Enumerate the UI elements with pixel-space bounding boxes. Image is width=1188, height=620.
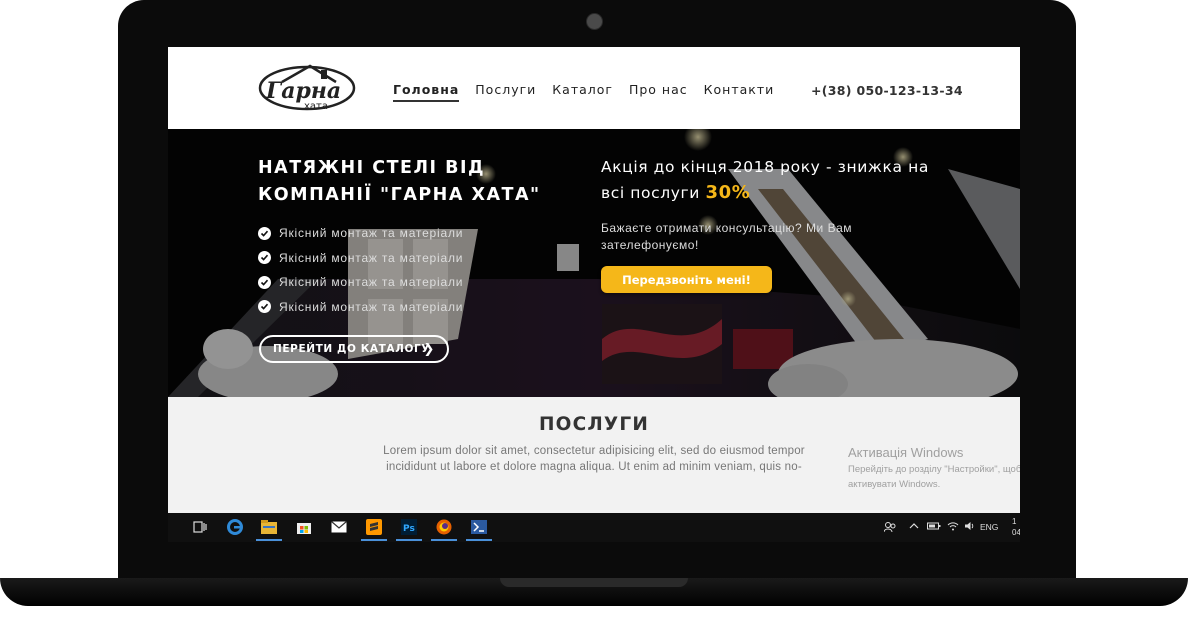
- clock[interactable]: 1 04.1: [1012, 516, 1020, 538]
- mail-icon[interactable]: [329, 517, 349, 537]
- site-logo[interactable]: Гарна хата: [258, 62, 356, 112]
- chevron-up-icon[interactable]: [909, 521, 919, 533]
- catalog-button-label: ПЕРЕЙТИ ДО КАТАЛОГУ: [273, 343, 430, 355]
- nav-home[interactable]: Головна: [393, 82, 460, 102]
- powershell-icon[interactable]: [466, 517, 492, 541]
- nav-contacts[interactable]: Контакти: [704, 82, 775, 102]
- sublime-text-icon[interactable]: [361, 517, 387, 541]
- file-explorer-icon[interactable]: [256, 517, 282, 541]
- services-title: ПОСЛУГИ: [538, 414, 650, 435]
- logo-house-icon: Гарна хата: [258, 64, 356, 112]
- feature-item: Якісний монтаж та матеріали: [258, 295, 463, 320]
- services-description: Lorem ipsum dolor sit amet, consectetur …: [383, 445, 805, 473]
- laptop-base-notch: [500, 578, 688, 587]
- promo-message: Акція до кінця 2018 року - знижка на всі…: [601, 158, 929, 202]
- check-icon: [258, 275, 271, 289]
- webcam: [586, 13, 603, 30]
- people-icon[interactable]: [883, 521, 896, 535]
- check-icon: [258, 226, 271, 240]
- main-nav: Головна Послуги Каталог Про нас Контакти: [393, 82, 774, 102]
- firefox-icon[interactable]: [431, 517, 457, 541]
- wifi-icon[interactable]: [947, 521, 959, 533]
- hero-section: НАТЯЖНІ СТЕЛІ ВІД КОМПАНІЇ "ГАРНА ХАТА" …: [168, 129, 1020, 397]
- feature-text: Якісний монтаж та матеріали: [279, 226, 464, 241]
- language-indicator[interactable]: ENG: [980, 522, 998, 532]
- feature-item: Якісний монтаж та матеріали: [258, 221, 463, 246]
- nav-services[interactable]: Послуги: [475, 82, 536, 102]
- go-to-catalog-button[interactable]: ПЕРЕЙТИ ДО КАТАЛОГУ ❯: [259, 335, 449, 363]
- callback-button[interactable]: Передзвоніть мені!: [601, 266, 772, 293]
- site-header: Гарна хата Головна Послуги Каталог Про н…: [168, 47, 1020, 129]
- activation-subtitle: Перейдіть до розділу "Настройки", щоб ак…: [848, 464, 1020, 490]
- windows-taskbar: Ps ENG 1 04.1: [168, 513, 1020, 542]
- activation-title: Активація Windows: [848, 445, 964, 460]
- check-icon: [258, 251, 271, 265]
- consult-text: Бажаєте отримати консультацію? Ми Вам за…: [601, 221, 852, 252]
- feature-item: Якісний монтаж та матеріали: [258, 270, 463, 295]
- feature-text: Якісний монтаж та матеріали: [279, 299, 464, 314]
- clock-time: 1: [1012, 517, 1017, 526]
- battery-icon[interactable]: [927, 521, 941, 533]
- svg-text:Ps: Ps: [403, 524, 415, 534]
- feature-text: Якісний монтаж та матеріали: [279, 250, 464, 265]
- services-section: ПОСЛУГИ Lorem ipsum dolor sit amet, cons…: [168, 397, 1020, 513]
- nav-catalog[interactable]: Каталог: [552, 82, 613, 102]
- photoshop-icon[interactable]: Ps: [396, 517, 422, 541]
- store-icon[interactable]: [294, 517, 314, 537]
- browser-viewport: Гарна хата Головна Послуги Каталог Про н…: [168, 47, 1020, 542]
- check-icon: [258, 300, 271, 314]
- feature-item: Якісний монтаж та матеріали: [258, 246, 463, 271]
- hero-title: НАТЯЖНІ СТЕЛІ ВІД КОМПАНІЇ "ГАРНА ХАТА": [258, 158, 541, 205]
- volume-icon[interactable]: [964, 521, 976, 533]
- task-view-icon[interactable]: [190, 517, 210, 537]
- windows-activation-watermark: Активація Windows Перейдіть до розділу "…: [848, 444, 1020, 492]
- clock-date: 04.1: [1012, 528, 1020, 537]
- logo-word-2: хата: [304, 101, 328, 112]
- features-list: Якісний монтаж та матеріали Якісний монт…: [258, 221, 463, 319]
- header-phone[interactable]: +(38) 050-123-13-34: [811, 83, 963, 98]
- nav-about[interactable]: Про нас: [629, 82, 688, 102]
- promo-percent: 30%: [705, 182, 751, 203]
- promo-text: Акція до кінця 2018 року - знижка на всі…: [601, 154, 941, 206]
- chevron-right-icon: ❯: [423, 342, 435, 357]
- feature-text: Якісний монтаж та матеріали: [279, 275, 464, 290]
- edge-icon[interactable]: [225, 517, 245, 537]
